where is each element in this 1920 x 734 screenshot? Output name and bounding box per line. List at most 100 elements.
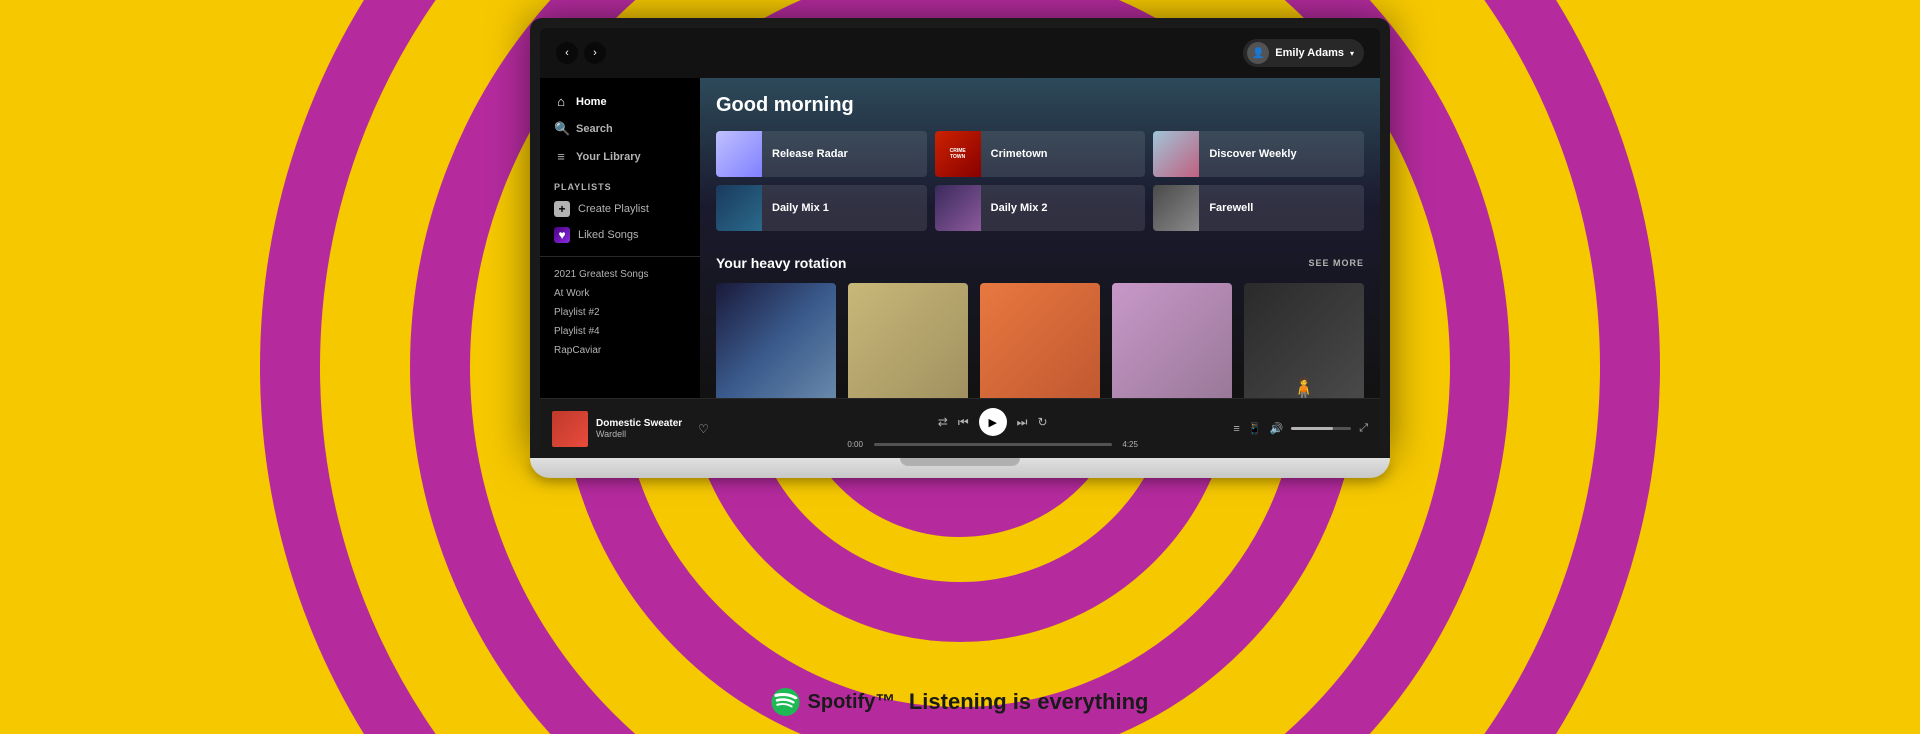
quick-card-crimetown[interactable]: CRIMETOWN Crimetown (935, 131, 1146, 177)
crimetown-art: CRIMETOWN (935, 131, 981, 177)
forward-button[interactable]: › (584, 42, 606, 64)
rotation-card-chime[interactable]: Chime Alan Gogoll (980, 283, 1100, 398)
sidebar-item-home-label: Home (576, 96, 607, 108)
branding-tagline: Listening is everything (909, 689, 1149, 715)
some-days-art (848, 283, 968, 398)
liked-songs-label: Liked Songs (578, 229, 639, 241)
quick-card-title: Discover Weekly (1199, 148, 1306, 160)
user-name: Emily Adams (1275, 47, 1344, 59)
progress-bar: 0:00 4:25 (843, 440, 1143, 449)
laptop-base (530, 458, 1390, 478)
laptop-screen: ‹ › 👤 Emily Adams ▾ ⌂ Home (540, 28, 1380, 458)
previous-button[interactable]: ⏮ (958, 415, 969, 430)
shuffle-button[interactable]: ⇄ (938, 415, 948, 429)
see-more-button[interactable]: SEE MORE (1308, 258, 1364, 268)
chime-art (980, 283, 1100, 398)
sidebar-item-home[interactable]: ⌂ Home (540, 88, 700, 115)
queue-button[interactable]: ≡ (1233, 423, 1239, 435)
like-button[interactable]: ♡ (698, 422, 709, 436)
be-happy-art (716, 283, 836, 398)
now-playing-info: Domestic Sweater Wardell (596, 418, 682, 439)
liked-songs-icon: ♥ (554, 227, 570, 243)
quick-card-farewell[interactable]: Farewell (1153, 185, 1364, 231)
quick-cards-grid: Release Radar CRIMETOWN Crimetown Discov… (716, 131, 1364, 231)
in-your-car-art: 🧍 (1244, 283, 1364, 398)
control-buttons: ⇄ ⏮ ▶ ⏭ ↻ (938, 408, 1048, 436)
volume-slider[interactable] (1291, 427, 1351, 430)
now-playing-artist: Wardell (596, 429, 682, 439)
chevron-down-icon: ▾ (1350, 49, 1354, 58)
create-playlist-action[interactable]: + Create Playlist (540, 196, 700, 222)
current-time: 0:00 (843, 440, 868, 449)
quick-card-title: Daily Mix 1 (762, 202, 839, 214)
heavy-rotation-title: Your heavy rotation (716, 255, 846, 271)
sidebar-divider (540, 256, 700, 257)
list-item[interactable]: Playlist #2 (540, 303, 700, 322)
quick-card-daily-mix-1[interactable]: Daily Mix 1 (716, 185, 927, 231)
spotify-brand-name: Spotify™ (808, 691, 901, 714)
fullscreen-button[interactable]: ⤢ (1359, 422, 1368, 435)
app-body: ⌂ Home 🔍 Search ≡ Your Library PLAYLISTS… (540, 78, 1380, 398)
volume-icon: 🔊 (1269, 422, 1283, 435)
create-playlist-label: Create Playlist (578, 203, 649, 215)
back-button[interactable]: ‹ (556, 42, 578, 64)
now-playing-art (552, 411, 588, 447)
rotation-card-in-your-car[interactable]: 🧍 In Your Car No Aloha (1244, 283, 1364, 398)
nav-arrows: ‹ › (556, 42, 606, 64)
heavy-rotation-header: Your heavy rotation SEE MORE (716, 255, 1364, 271)
now-playing-bar: Domestic Sweater Wardell ♡ ⇄ ⏮ ▶ ⏭ ↻ 0:0… (540, 398, 1380, 458)
quick-card-daily-mix-2[interactable]: Daily Mix 2 (935, 185, 1146, 231)
release-radar-art (716, 131, 762, 177)
sidebar-item-search[interactable]: 🔍 Search (540, 115, 700, 143)
progress-bar-track[interactable] (874, 443, 1112, 446)
now-playing-title: Domestic Sweater (596, 418, 682, 429)
quick-card-title: Farewell (1199, 202, 1263, 214)
user-menu[interactable]: 👤 Emily Adams ▾ (1243, 39, 1364, 67)
next-button[interactable]: ⏭ (1017, 415, 1028, 430)
list-item[interactable]: At Work (540, 284, 700, 303)
now-playing-track: Domestic Sweater Wardell ♡ (552, 411, 752, 447)
create-icon: + (554, 201, 570, 217)
laptop-screen-bezel: ‹ › 👤 Emily Adams ▾ ⌂ Home (530, 18, 1390, 458)
playlists-section-label: PLAYLISTS (540, 170, 700, 196)
sidebar-item-search-label: Search (576, 123, 613, 135)
rotation-card-some-days[interactable]: Some Days Ira Wolf (848, 283, 968, 398)
daily-mix-1-art (716, 185, 762, 231)
volume-fill (1291, 427, 1333, 430)
total-time: 4:25 (1118, 440, 1143, 449)
play-pause-button[interactable]: ▶ (979, 408, 1007, 436)
branding-area: Spotify™ Listening is everything (772, 688, 1149, 716)
sidebar: ⌂ Home 🔍 Search ≡ Your Library PLAYLISTS… (540, 78, 700, 398)
extra-controls: ≡ 📱 🔊 ⤢ (1233, 422, 1368, 435)
runaway-art (1112, 283, 1232, 398)
laptop-device: ‹ › 👤 Emily Adams ▾ ⌂ Home (530, 18, 1390, 478)
rotation-card-runaway[interactable]: Runaway Beast Coast (1112, 283, 1232, 398)
liked-songs-action[interactable]: ♥ Liked Songs (540, 222, 700, 248)
repeat-button[interactable]: ↻ (1037, 415, 1047, 429)
quick-card-title: Release Radar (762, 148, 858, 160)
farewell-art (1153, 185, 1199, 231)
main-content: Good morning Release Radar CRIMETOWN Cri… (700, 78, 1380, 398)
avatar: 👤 (1247, 42, 1269, 64)
quick-card-discover-weekly[interactable]: Discover Weekly (1153, 131, 1364, 177)
rotation-grid: Be Happy Gene Evaro Jr. Some Days Ira Wo… (716, 283, 1364, 398)
spotify-logo-icon (772, 688, 800, 716)
quick-card-title: Crimetown (981, 148, 1058, 160)
greeting: Good morning (716, 94, 1364, 117)
quick-card-release-radar[interactable]: Release Radar (716, 131, 927, 177)
daily-mix-2-art (935, 185, 981, 231)
library-icon: ≡ (554, 149, 568, 164)
sidebar-item-library[interactable]: ≡ Your Library (540, 143, 700, 170)
list-item[interactable]: RapCaviar (540, 341, 700, 360)
search-icon: 🔍 (554, 121, 568, 137)
list-item[interactable]: 2021 Greatest Songs (540, 265, 700, 284)
quick-card-title: Daily Mix 2 (981, 202, 1058, 214)
sidebar-item-library-label: Your Library (576, 151, 641, 163)
devices-button[interactable]: 📱 (1248, 422, 1262, 435)
home-icon: ⌂ (554, 94, 568, 109)
playback-controls: ⇄ ⏮ ▶ ⏭ ↻ 0:00 4:25 (752, 408, 1233, 449)
topbar: ‹ › 👤 Emily Adams ▾ (540, 28, 1380, 78)
list-item[interactable]: Playlist #4 (540, 322, 700, 341)
rotation-card-be-happy[interactable]: Be Happy Gene Evaro Jr. (716, 283, 836, 398)
discover-weekly-art (1153, 131, 1199, 177)
